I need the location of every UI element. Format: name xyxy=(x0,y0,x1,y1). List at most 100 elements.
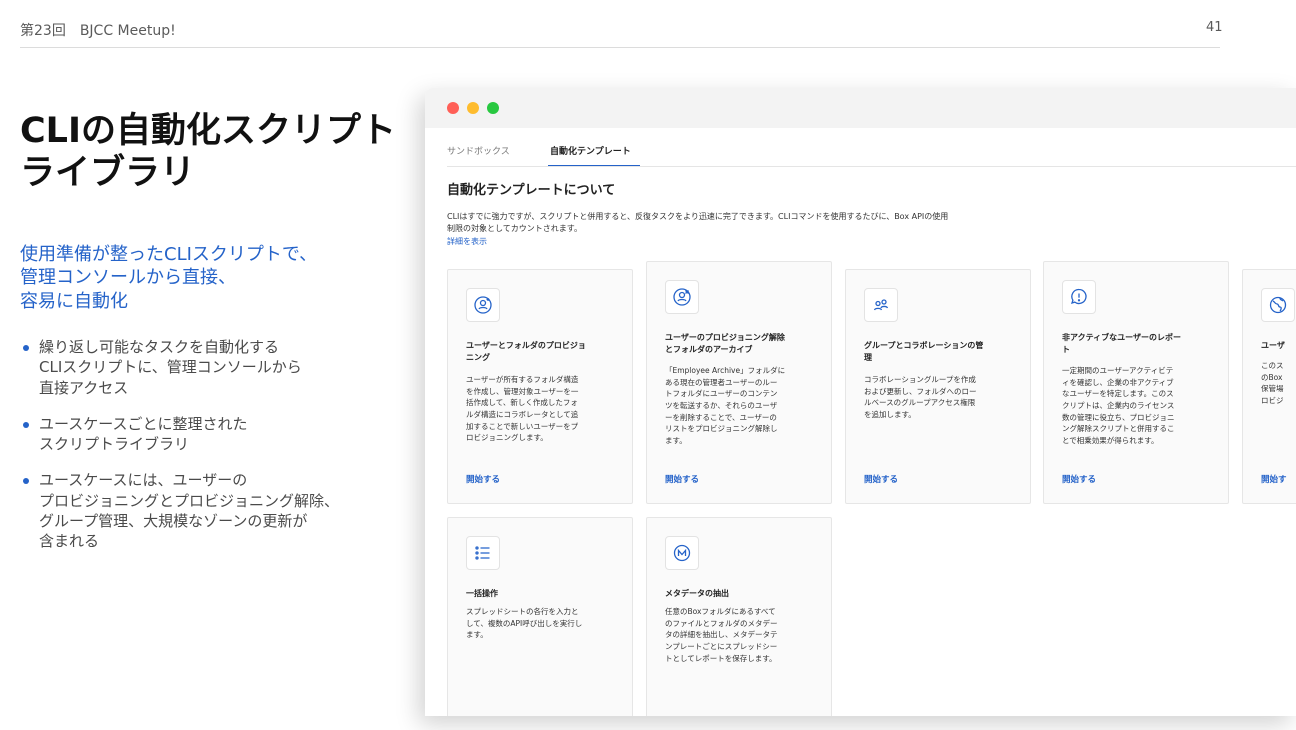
start-link[interactable]: 開始する xyxy=(864,473,898,485)
card-title-line: 一括操作 xyxy=(466,589,498,598)
details-link[interactable]: 詳細を表示 xyxy=(447,237,487,246)
card-title: ユーザ xyxy=(1261,340,1296,352)
template-card-deprovision-archive[interactable]: ユーザーのプロビジョニング解除 とフォルダのアーカイブ 「Employee Ar… xyxy=(646,261,832,504)
card-desc-line: このス xyxy=(1261,361,1284,370)
slide-header: 第23回 BJCC Meetup! xyxy=(20,23,176,39)
bullet-line: グループ管理、大規模なゾーンの更新が xyxy=(39,511,308,530)
template-card-group-collab[interactable]: グループとコラボレーションの管 理 コラボレーショングループを作成 および更新し… xyxy=(845,269,1031,504)
card-desc-line: ます。 xyxy=(665,435,687,445)
alert-icon xyxy=(1062,280,1096,314)
card-desc-line: ロビジョニングします。 xyxy=(466,433,548,443)
start-link[interactable]: 開始す xyxy=(1261,473,1287,485)
start-link[interactable]: 開始する xyxy=(665,473,699,485)
card-desc-line: 括作成して、新しく作成したフォ xyxy=(466,398,578,408)
card-desc-line: なユーザーを特定します。このス xyxy=(1062,389,1174,399)
slide-title: CLIの自動化スクリプト ライブラリ xyxy=(20,110,420,194)
bullet-line: 繰り返し可能なタスクを自動化する xyxy=(39,338,280,356)
group-icon xyxy=(864,288,898,322)
card-desc-line: 一定期間のユーザーアクティビテ xyxy=(1062,366,1174,375)
bullet-item: 繰り返し可能なタスクを自動化する CLIスクリプトに、管理コンソールから 直接ア… xyxy=(20,337,412,398)
card-title-line: ユーザーのプロビジョニング解除 xyxy=(665,333,785,342)
slide-title-line: ライブラリ xyxy=(20,153,196,193)
page-number: 41 xyxy=(1206,20,1223,35)
tab-sandbox[interactable]: サンドボックス xyxy=(447,144,510,157)
slide-title-line: CLIの自動化スクリプト xyxy=(20,111,397,151)
header-divider xyxy=(20,47,1220,48)
window-titlebar xyxy=(425,88,1296,128)
card-desc-line: ロビジ xyxy=(1261,395,1284,405)
template-card-user-folder-provisioning[interactable]: ユーザーとフォルダのプロビジョ ニング ユーザーが所有するフォルダ構造 を作成し… xyxy=(447,269,633,504)
template-card-metadata-extraction[interactable]: メタデータの抽出 任意のBoxフォルダにあるすべて のファイルとフォルダのメタデ… xyxy=(646,517,832,716)
card-description: 任意のBoxフォルダにあるすべて のファイルとフォルダのメタデー タの詳細を抽出… xyxy=(665,606,817,664)
card-desc-line: のファイルとフォルダのメタデー xyxy=(665,618,778,628)
start-link[interactable]: 開始する xyxy=(1062,473,1096,485)
bullet-line: スクリプトライブラリ xyxy=(39,435,190,453)
subtitle-line: 容易に自動化 xyxy=(20,290,128,312)
subtitle-line: 管理コンソールから直接、 xyxy=(20,267,236,289)
bullet-line: プロビジョニングとプロビジョニング解除、 xyxy=(39,491,340,510)
card-desc-line: のBox xyxy=(1261,372,1283,382)
card-title-line: メタデータの抽出 xyxy=(665,589,729,598)
template-card-inactive-users[interactable]: 非アクティブなユーザーのレポー ト 一定期間のユーザーアクティビテ ィを確認し、… xyxy=(1043,261,1229,504)
card-desc-line: タの詳細を抽出し、メタデータテ xyxy=(665,630,778,640)
start-link[interactable]: 開始する xyxy=(466,473,500,485)
card-desc-line: ィを確認し、企業の非アクティブ xyxy=(1062,377,1174,387)
maximize-dot-icon[interactable] xyxy=(487,102,499,114)
card-title-line: ニング xyxy=(466,353,490,363)
card-description: スプレッドシートの各行を入力と して、複数のAPI呼び出しを実行し ます。 xyxy=(466,606,618,641)
card-description: このス のBox 保管場 ロビジ xyxy=(1261,360,1296,407)
slide-subtitle: 使用準備が整ったCLIスクリプトで、 管理コンソールから直接、 容易に自動化 xyxy=(20,243,410,313)
template-card-bulk-operations[interactable]: 一括操作 スプレッドシートの各行を入力と して、複数のAPI呼び出しを実行し ま… xyxy=(447,517,633,716)
card-desc-line: ある現在の管理者ユーザーのルー xyxy=(665,377,778,387)
card-desc-line: して、複数のAPI呼び出しを実行し xyxy=(466,618,583,628)
card-description: ユーザーが所有するフォルダ構造 を作成し、管理対象ユーザーを一 括作成して、新し… xyxy=(466,374,618,444)
minimize-dot-icon[interactable] xyxy=(467,102,479,114)
card-desc-line: 「Employee Archive」フォルダに xyxy=(665,366,786,375)
card-title: メタデータの抽出 xyxy=(665,588,817,600)
card-title: ユーザーのプロビジョニング解除 とフォルダのアーカイブ xyxy=(665,332,817,357)
bullet-line: 含まれる xyxy=(39,532,100,550)
card-desc-line: 加することで新しいユーザーをプ xyxy=(466,421,579,431)
card-desc-line: リストをプロビジョニング解除し xyxy=(665,424,778,434)
card-desc-line: ルベースのグループアクセス権限 xyxy=(864,398,976,408)
user-remove-icon xyxy=(665,280,699,314)
card-description: 「Employee Archive」フォルダに ある現在の管理者ユーザーのルー … xyxy=(665,365,817,446)
card-desc-line: トとしてレポートを保存します。 xyxy=(665,653,777,663)
card-title-line: ユーザーとフォルダのプロビジョ xyxy=(466,341,586,350)
card-desc-line: ンプレートごとにスプレッドシー xyxy=(665,641,778,651)
card-desc-line: を追加します。 xyxy=(864,409,916,419)
card-desc-line: を作成し、管理対象ユーザーを一 xyxy=(466,386,579,396)
card-desc-line: ます。 xyxy=(466,630,488,640)
list-icon xyxy=(466,536,500,570)
card-description: コラボレーショングループを作成 および更新し、フォルダへのロー ルベースのグルー… xyxy=(864,374,1016,421)
bullet-line: CLIスクリプトに、管理コンソールから xyxy=(39,358,302,377)
user-plus-icon xyxy=(466,288,500,322)
card-desc-line: スプレッドシートの各行を入力と xyxy=(466,607,579,616)
card-title: 非アクティブなユーザーのレポー ト xyxy=(1062,332,1214,357)
card-desc-line: 任意のBoxフォルダにあるすべて xyxy=(665,607,776,616)
card-desc-line: トフォルダにユーザーのコンテン xyxy=(665,389,778,399)
tab-divider xyxy=(447,166,1296,167)
tab-automation-templates[interactable]: 自動化テンプレート xyxy=(550,144,631,157)
card-title: グループとコラボレーションの管 理 xyxy=(864,340,1016,365)
card-title-line: 非アクティブなユーザーのレポー xyxy=(1062,333,1181,342)
card-title-line: ユーザ xyxy=(1261,341,1285,350)
card-title-line: とフォルダのアーカイブ xyxy=(665,345,753,355)
description-line: 制限の対象としてカウントされます。 詳細を表示 xyxy=(447,223,1087,248)
card-desc-line: および更新し、フォルダへのロー xyxy=(864,386,977,396)
description-line: CLIはすでに強力ですが、スクリプトと併用すると、反復タスクをより迅速に完了でき… xyxy=(447,212,949,221)
card-title: ユーザーとフォルダのプロビジョ ニング xyxy=(466,340,618,365)
template-card-partial[interactable]: ユーザ このス のBox 保管場 ロビジ 開始す xyxy=(1242,269,1296,504)
subtitle-line: 使用準備が整ったCLIスクリプトで、 xyxy=(20,244,318,265)
globe-icon xyxy=(1261,288,1295,322)
close-dot-icon[interactable] xyxy=(447,102,459,114)
card-description: 一定期間のユーザーアクティビテ ィを確認し、企業の非アクティブ なユーザーを特定… xyxy=(1062,365,1214,446)
bullet-item: ユースケースには、ユーザーの プロビジョニングとプロビジョニング解除、 グループ… xyxy=(20,470,412,551)
bullet-list: 繰り返し可能なタスクを自動化する CLIスクリプトに、管理コンソールから 直接ア… xyxy=(20,337,412,567)
bullet-item: ユースケースごとに整理された スクリプトライブラリ xyxy=(20,414,412,455)
metadata-icon xyxy=(665,536,699,570)
card-desc-line: クリプトは、企業内のライセンス xyxy=(1062,400,1175,410)
card-desc-line: 数の管理に役立ち、プロビジョニ xyxy=(1062,412,1175,422)
app-window-screenshot: サンドボックス 自動化テンプレート 自動化テンプレートについて CLIはすでに強… xyxy=(425,88,1296,716)
card-desc-line: ユーザーが所有するフォルダ構造 xyxy=(466,375,579,384)
